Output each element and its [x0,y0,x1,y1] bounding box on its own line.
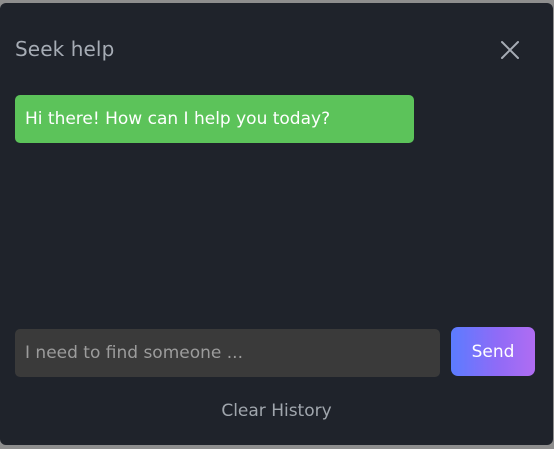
close-button[interactable] [498,38,522,62]
clear-history-button[interactable]: Clear History [0,401,553,421]
dialog-title: Seek help [15,37,115,61]
clear-history-label: Clear History [221,401,332,421]
close-icon [501,41,519,59]
bot-message-text: Hi there! How can I help you today? [25,109,331,129]
help-dialog: Seek help Hi there! How can I help you t… [0,3,553,445]
message-input[interactable] [15,329,440,377]
send-button[interactable]: Send [451,327,535,376]
bot-message-bubble: Hi there! How can I help you today? [15,95,414,143]
send-button-label: Send [471,341,515,362]
